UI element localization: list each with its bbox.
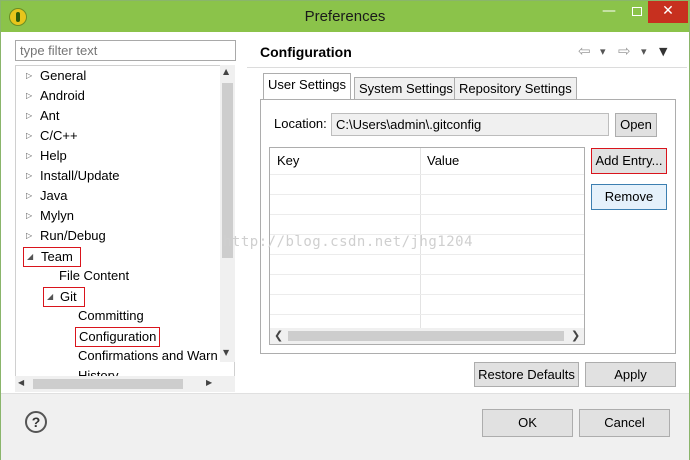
tree-item-committing[interactable]: Committing [78, 306, 144, 326]
collapse-icon[interactable]: ◢ [27, 248, 33, 266]
scroll-right-icon[interactable]: ▶ [206, 378, 212, 387]
scroll-left-icon[interactable]: ❮ [274, 329, 283, 342]
expand-icon[interactable]: ▷ [26, 206, 32, 226]
row-divider [270, 274, 584, 275]
scroll-right-icon[interactable]: ❯ [571, 329, 580, 342]
expand-icon[interactable]: ▷ [26, 86, 32, 106]
table-horizontal-scrollbar[interactable]: ❮ ❯ [270, 328, 584, 344]
minimize-button[interactable]: — [595, 1, 623, 23]
tree-item-label: Help [40, 148, 67, 163]
expand-icon[interactable]: ▷ [26, 66, 32, 86]
expand-icon[interactable]: ▷ [26, 126, 32, 146]
column-header-value[interactable]: Value [420, 148, 584, 174]
tree-item-label: General [40, 68, 87, 83]
tree-item-git[interactable]: ◢ Git [43, 287, 85, 307]
tree-item-label: Run/Debug [40, 228, 106, 243]
title-bar[interactable]: Preferences — ✕ [1, 1, 689, 32]
scroll-left-icon[interactable]: ◀ [18, 378, 24, 387]
scroll-up-icon[interactable]: ▲ [223, 67, 229, 76]
location-label: Location: [274, 116, 327, 131]
ok-button[interactable]: OK [482, 409, 573, 437]
collapse-icon[interactable]: ◢ [47, 288, 53, 306]
window-title: Preferences [304, 8, 386, 25]
row-divider [270, 314, 584, 315]
preferences-window: Preferences — ✕ ▷ General ▷ Android ▷ An… [0, 0, 690, 460]
column-header-key[interactable]: Key [270, 148, 420, 174]
cancel-button[interactable]: Cancel [579, 409, 670, 437]
tree-item-label: Mylyn [40, 208, 74, 223]
expand-icon[interactable]: ▷ [26, 226, 32, 246]
row-divider [270, 194, 584, 195]
scroll-down-icon[interactable]: ▼ [223, 348, 229, 357]
row-divider [270, 174, 584, 175]
page-title: Configuration [260, 44, 352, 60]
back-arrow-icon[interactable]: ⇦ [578, 42, 591, 60]
forward-arrow-icon[interactable]: ⇨ [618, 42, 631, 60]
tree-item-label: Confirmations and Warn [78, 348, 218, 363]
preference-tree: ▷ General ▷ Android ▷ Ant ▷ C/C++ ▷ Help… [15, 65, 235, 378]
forward-menu-icon[interactable]: ▾ [641, 45, 647, 58]
watermark-text: http://blog.csdn.net/jhg1204 [223, 234, 474, 250]
tree-item-label: Android [40, 88, 85, 103]
back-menu-icon[interactable]: ▾ [600, 45, 606, 58]
row-divider [270, 214, 584, 215]
maximize-button[interactable] [623, 1, 651, 23]
view-menu-icon[interactable]: ▼ [659, 45, 667, 58]
help-icon[interactable]: ? [25, 411, 47, 433]
expand-icon[interactable]: ▷ [26, 146, 32, 166]
tab-system-settings[interactable]: System Settings [354, 77, 458, 101]
tree-item-label: Committing [78, 308, 144, 323]
remove-button[interactable]: Remove [591, 184, 667, 210]
close-button[interactable]: ✕ [648, 1, 688, 23]
tree-item-label: Install/Update [40, 168, 120, 183]
restore-defaults-button[interactable]: Restore Defaults [474, 362, 579, 387]
tree-horizontal-scroll-thumb[interactable] [33, 379, 183, 389]
tree-item-configuration[interactable]: Configuration [75, 327, 161, 347]
tree-item-label: File Content [59, 268, 130, 283]
expand-icon[interactable]: ▷ [26, 106, 32, 126]
maximize-icon [632, 7, 642, 16]
tab-repository-settings[interactable]: Repository Settings [454, 77, 577, 101]
row-divider [270, 294, 584, 295]
add-entry-button[interactable]: Add Entry... [591, 148, 667, 174]
tree-vertical-scroll-thumb[interactable] [222, 83, 233, 258]
location-field: C:\Users\admin\.gitconfig [331, 113, 609, 136]
tree-item-label: Configuration [79, 329, 157, 344]
tree-vertical-scrollbar[interactable]: ▲ ▼ [220, 65, 235, 362]
header-separator [247, 67, 687, 68]
expand-icon[interactable]: ▷ [26, 186, 32, 206]
tree-item-label: C/C++ [40, 128, 78, 143]
row-divider [270, 254, 584, 255]
tab-user-settings[interactable]: User Settings [263, 73, 352, 99]
open-button[interactable]: Open [615, 113, 657, 137]
tree-horizontal-scrollbar[interactable]: ◀ ▶ [15, 376, 235, 392]
tree-item-label: Java [40, 188, 68, 203]
tree-item-label: Team [41, 249, 73, 264]
table-scroll-thumb[interactable] [288, 331, 564, 341]
tree-item-team[interactable]: ◢ Team [23, 247, 81, 267]
filter-input[interactable] [15, 40, 236, 61]
tree-item-label: Git [60, 289, 77, 304]
expand-icon[interactable]: ▷ [26, 166, 32, 186]
tree-item-label: Ant [40, 108, 60, 123]
apply-button[interactable]: Apply [585, 362, 676, 387]
tree-item-file-content[interactable]: File Content [59, 266, 129, 286]
tree-item-confirmations[interactable]: Confirmations and Warn [78, 346, 218, 366]
